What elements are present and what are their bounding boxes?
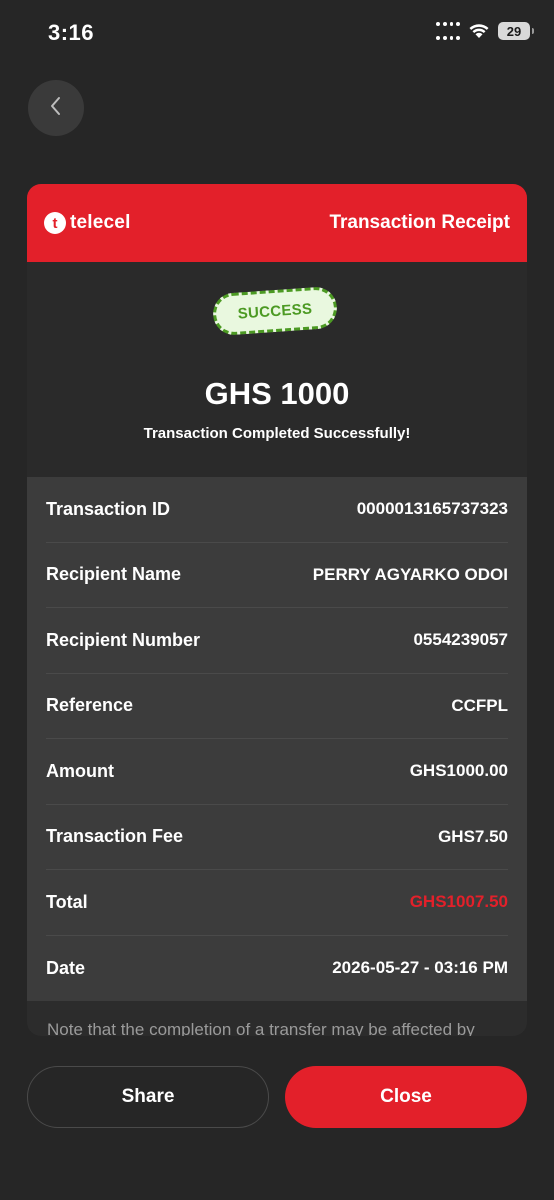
detail-value: 0554239057 xyxy=(413,630,508,650)
detail-value: GHS1000.00 xyxy=(409,761,508,781)
receipt-header: t telecel Transaction Receipt xyxy=(27,184,527,262)
total-value: GHS1007.50 xyxy=(409,892,508,912)
telecel-logo-text: telecel xyxy=(70,212,131,233)
detail-value: GHS7.50 xyxy=(438,826,508,846)
detail-row-amount: Amount GHS1000.00 xyxy=(46,739,508,805)
telecel-logo: t telecel xyxy=(44,212,131,234)
detail-row-transaction-id: Transaction ID 0000013165737323 xyxy=(46,477,508,543)
detail-label: Transaction Fee xyxy=(46,826,184,847)
detail-value: PERRY AGYARKO ODOI xyxy=(312,564,508,584)
telecel-logo-mark: t xyxy=(44,212,66,234)
status-icons: 29 xyxy=(436,22,534,40)
detail-label: Transaction ID xyxy=(46,498,171,519)
transaction-details: Transaction ID 0000013165737323 Recipien… xyxy=(27,477,527,1001)
status-bar: 3:16 29 xyxy=(0,0,554,66)
status-message: Transaction Completed Successfully! xyxy=(143,425,411,442)
back-button[interactable] xyxy=(28,80,84,136)
detail-row-transaction-fee: Transaction Fee GHS7.50 xyxy=(46,805,508,870)
share-button[interactable]: Share xyxy=(27,1066,269,1128)
success-stamp: SUCCESS xyxy=(211,285,339,337)
transfer-note: Note that the completion of a transfer m… xyxy=(47,1020,475,1036)
chevron-left-icon xyxy=(49,95,63,122)
detail-label: Recipient Number xyxy=(46,629,201,650)
detail-value: 2026-05-27 - 03:16 PM xyxy=(332,958,508,978)
receipt-card: t telecel Transaction Receipt SUCCESS GH… xyxy=(27,184,527,1036)
detail-label: Amount xyxy=(46,760,114,781)
status-time: 3:16 xyxy=(48,20,95,45)
detail-row-reference: Reference CCFPL xyxy=(46,674,508,739)
detail-label: Recipient Name xyxy=(46,564,182,585)
battery-icon: 29 xyxy=(498,22,534,40)
detail-row-recipient-number: Recipient Number 0554239057 xyxy=(46,608,508,674)
detail-row-recipient-name: Recipient Name PERRY AGYARKO ODOI xyxy=(46,543,508,608)
signal-icon xyxy=(436,22,460,40)
detail-value: CCFPL xyxy=(451,695,508,715)
receipt-title: Transaction Receipt xyxy=(329,212,510,233)
detail-row-total: Total GHS1007.50 xyxy=(46,870,508,936)
detail-value: 0000013165737323 xyxy=(356,499,508,519)
transaction-summary: SUCCESS GHS 1000 Transaction Completed S… xyxy=(27,262,527,477)
detail-label: Date xyxy=(46,957,86,978)
detail-label: Reference xyxy=(46,695,134,716)
transaction-amount: GHS 1000 xyxy=(204,376,350,411)
detail-label: Total xyxy=(46,891,88,912)
detail-row-date: Date 2026-05-27 - 03:16 PM xyxy=(46,936,508,1002)
wifi-icon xyxy=(468,23,490,39)
close-button[interactable]: Close xyxy=(285,1066,527,1128)
